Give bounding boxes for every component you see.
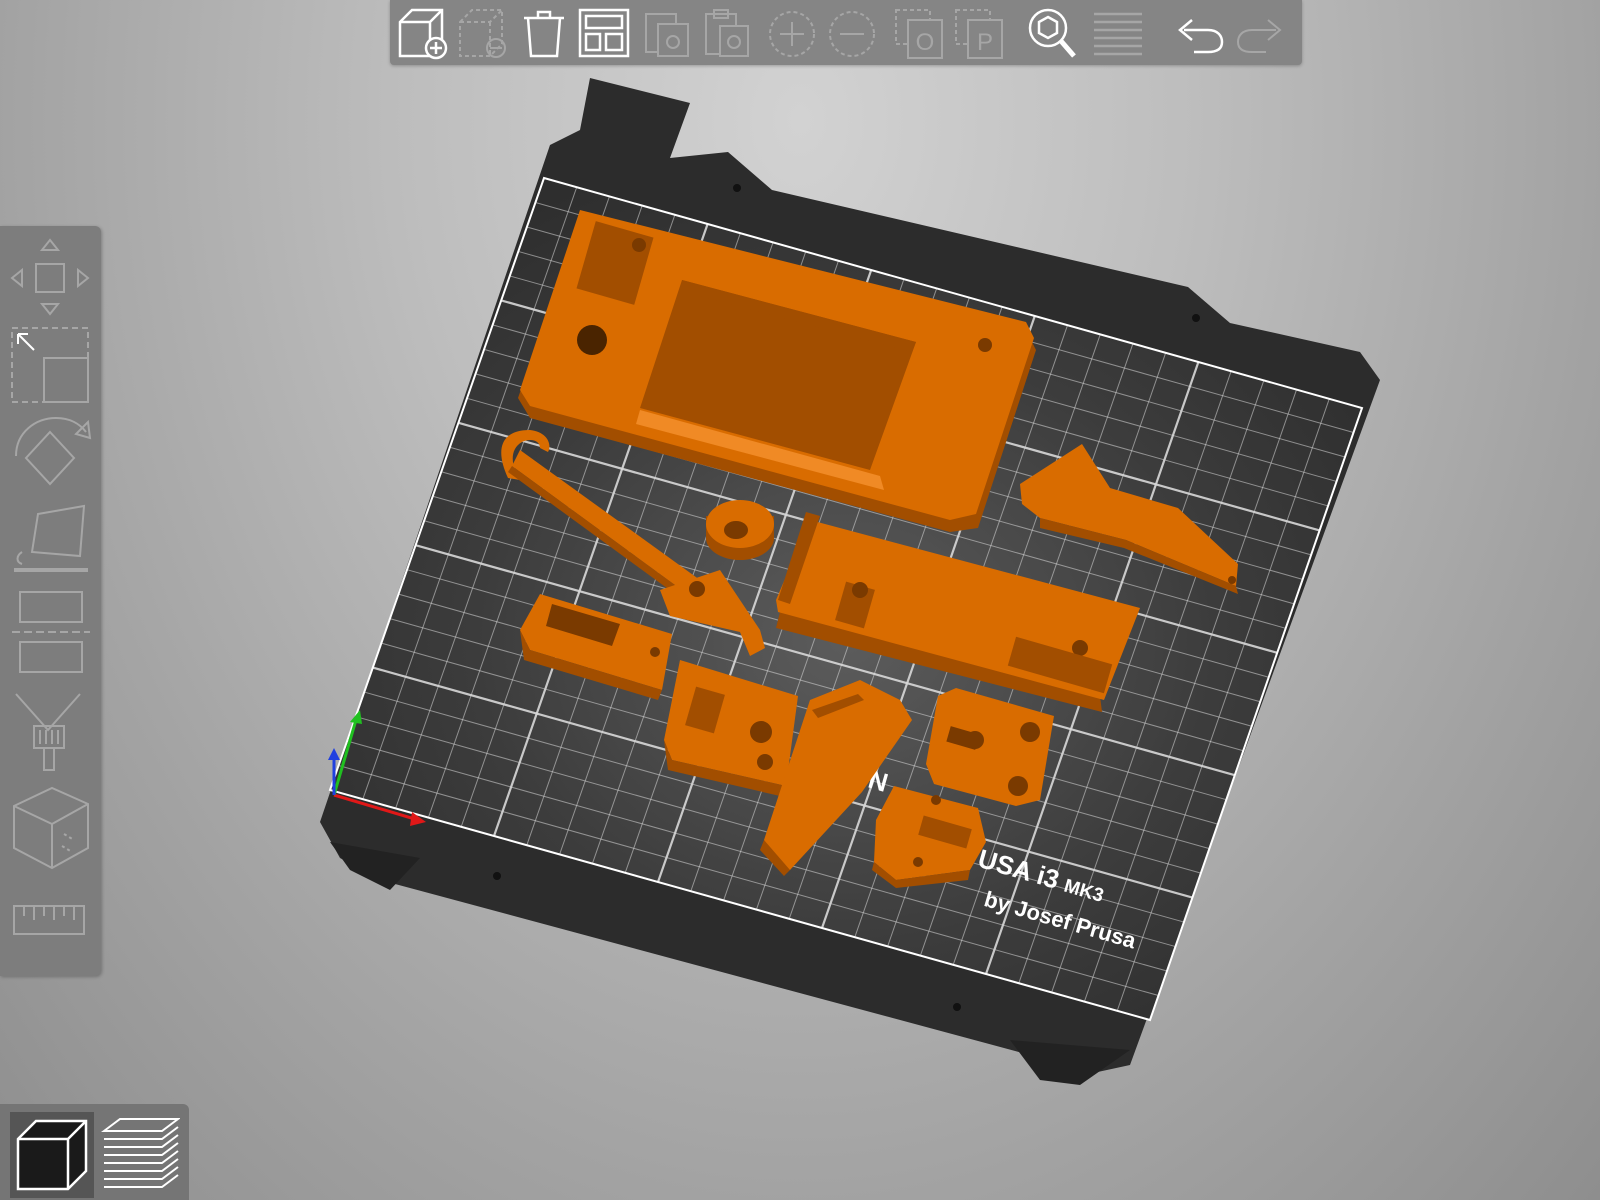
- arrange-button[interactable]: [576, 4, 632, 60]
- plus-circle-icon: [769, 11, 815, 57]
- arrange-icon: [578, 8, 630, 58]
- undo-button[interactable]: [1172, 4, 1228, 60]
- cut-icon: [12, 591, 90, 673]
- top-toolbar: O P: [390, 0, 1302, 65]
- 3d-scene[interactable]: IGIN USA i3 MK3 by Josef Prusa: [0, 0, 1600, 1200]
- delete-icon: [459, 9, 506, 58]
- redo-button[interactable]: [1232, 4, 1288, 60]
- layers-editing-button[interactable]: [1090, 4, 1146, 60]
- split-objects-button[interactable]: O: [892, 4, 948, 60]
- undo-icon: [1178, 19, 1224, 54]
- add-instance-button[interactable]: [764, 4, 820, 60]
- gizmo-toolbar: [0, 226, 101, 976]
- layers-editing-icon: [1094, 12, 1142, 56]
- rotate-icon: [15, 416, 92, 486]
- preview-tab[interactable]: [98, 1112, 182, 1198]
- delete-button[interactable]: [456, 4, 512, 60]
- move-tool-button[interactable]: [8, 234, 94, 320]
- object-knob[interactable]: [706, 500, 774, 560]
- scale-tool-button[interactable]: [8, 324, 94, 406]
- split-objects-icon: O: [895, 9, 943, 59]
- add-button[interactable]: [396, 4, 452, 60]
- minus-circle-icon: [829, 11, 875, 57]
- layers-preview-icon: [101, 1118, 180, 1188]
- 3d-view-tab[interactable]: [10, 1112, 94, 1198]
- search-icon: [1028, 8, 1076, 58]
- ruler-icon: [13, 905, 85, 935]
- paste-icon: [705, 9, 749, 57]
- paint-supports-button[interactable]: [8, 686, 94, 776]
- place-on-face-button[interactable]: [8, 502, 94, 582]
- paste-button[interactable]: [700, 4, 756, 60]
- view-switcher: [0, 1104, 189, 1200]
- copy-button[interactable]: [640, 4, 696, 60]
- delete-all-button[interactable]: [516, 4, 572, 60]
- paint-brush-icon: [15, 693, 81, 771]
- split-parts-button[interactable]: P: [952, 4, 1008, 60]
- seam-tool-button[interactable]: [8, 782, 94, 872]
- add-object-icon: [398, 8, 448, 60]
- svg-text:O: O: [916, 29, 935, 56]
- place-on-face-icon: [14, 504, 88, 572]
- cube-seam-icon: [13, 786, 89, 870]
- measure-tool-button[interactable]: [8, 896, 94, 948]
- move-icon: [10, 238, 90, 316]
- copy-icon: [645, 13, 689, 57]
- svg-text:P: P: [977, 29, 993, 56]
- rotate-tool-button[interactable]: [8, 412, 94, 496]
- trash-icon: [524, 10, 564, 58]
- split-parts-icon: P: [955, 9, 1003, 59]
- remove-instance-button[interactable]: [824, 4, 880, 60]
- cube-view-icon: [16, 1119, 88, 1191]
- redo-icon: [1236, 19, 1282, 53]
- scale-icon: [11, 327, 89, 403]
- search-button[interactable]: [1024, 4, 1080, 60]
- cut-tool-button[interactable]: [8, 588, 94, 680]
